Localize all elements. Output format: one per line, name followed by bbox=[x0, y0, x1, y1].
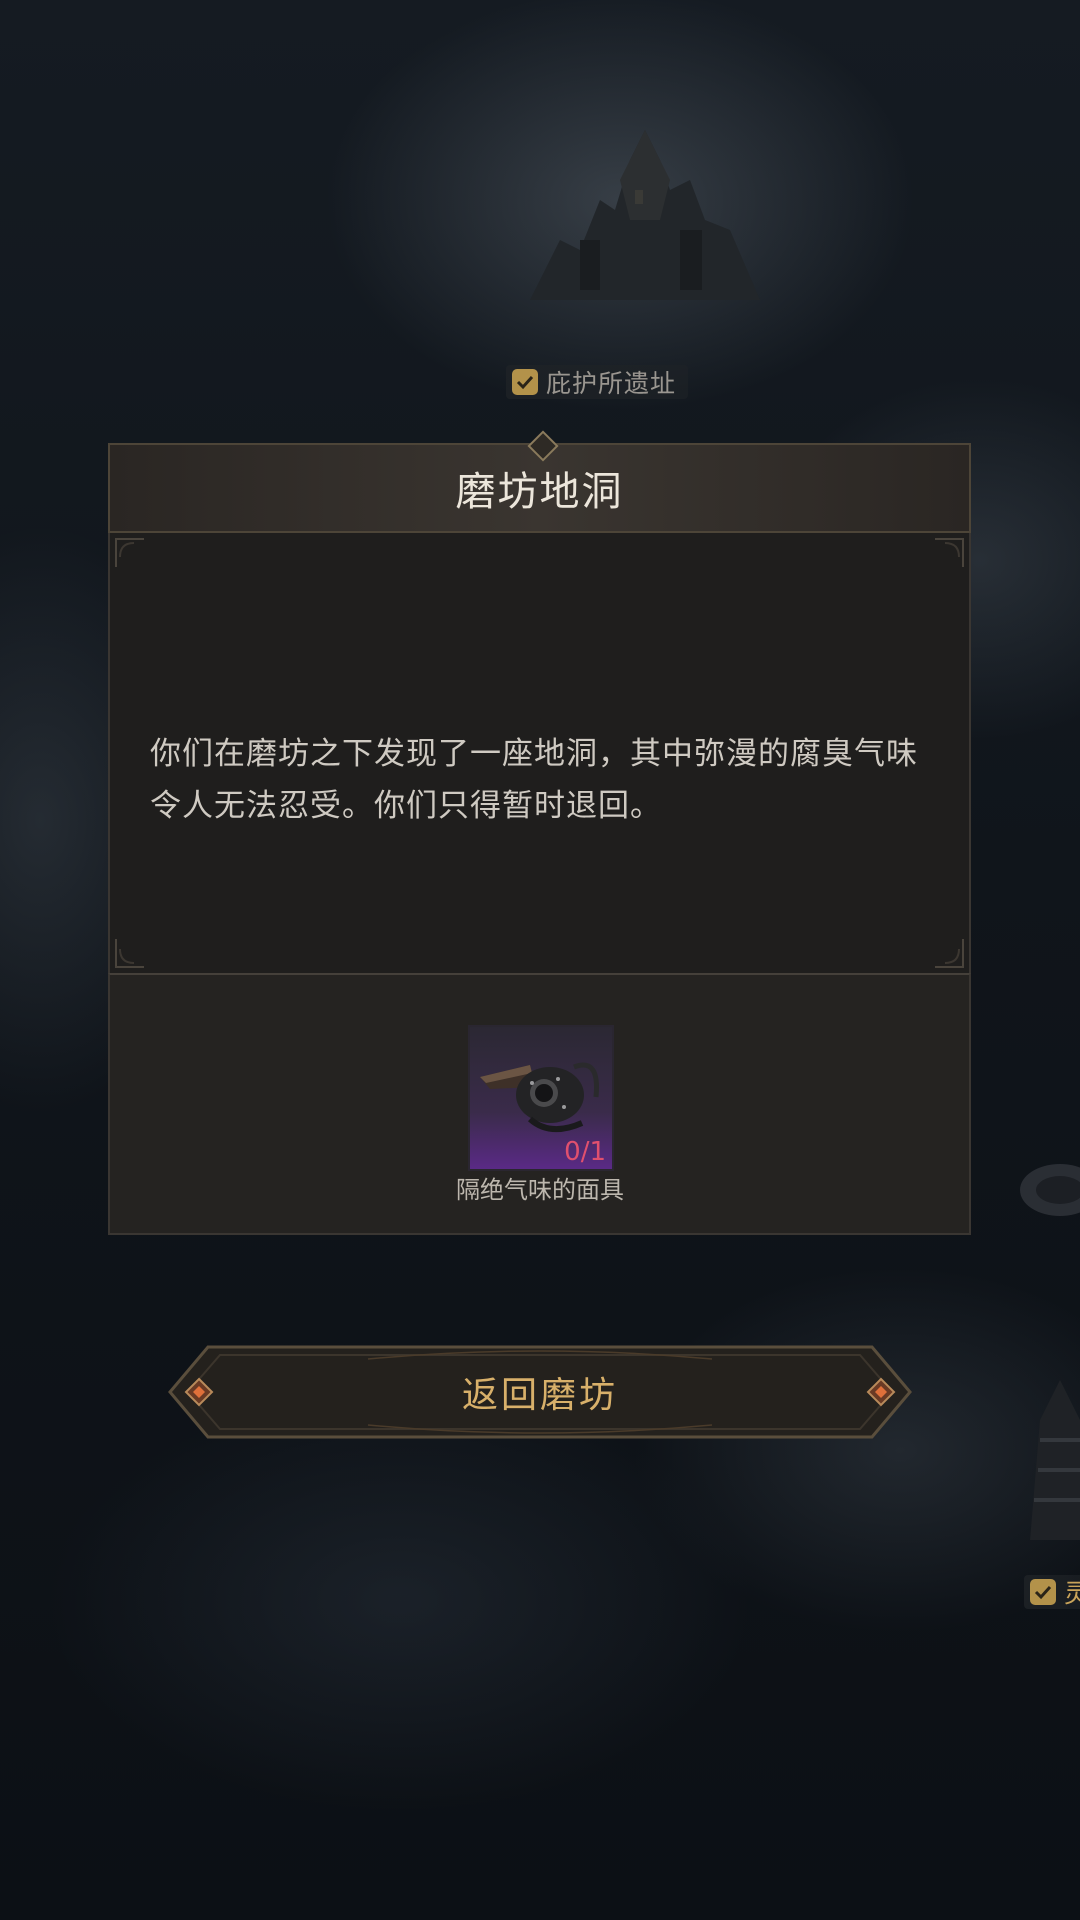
dialog-title: 磨坊地洞 bbox=[455, 469, 624, 515]
map-building-illustration bbox=[1020, 1164, 1080, 1216]
required-items-panel: 0/1 隔绝气味的面具 bbox=[108, 973, 971, 1235]
marker-label: 灵 bbox=[1064, 1579, 1080, 1608]
corner-ornament-icon bbox=[935, 939, 964, 968]
dialog-body-text: 你们在磨坊之下发现了一座地洞，其中弥漫的腐臭气味令人无法忍受。你们只得暂时退回。 bbox=[150, 736, 918, 824]
return-to-mill-button[interactable]: 返回磨坊 bbox=[168, 1345, 912, 1439]
event-dialog: 磨坊地洞 你们在磨坊之下发现了一座地洞，其中弥漫的腐臭气味令人无法忍受。你们只得… bbox=[108, 430, 971, 1291]
return-button-label: 返回磨坊 bbox=[461, 1375, 618, 1416]
map-marker-partial[interactable]: 灵 bbox=[1024, 1575, 1080, 1609]
map-marker-shelter-ruins[interactable]: 庇护所遗址 bbox=[506, 365, 689, 399]
check-icon bbox=[512, 369, 538, 395]
required-item-name: 隔绝气味的面具 bbox=[456, 1176, 624, 1204]
check-icon bbox=[1030, 1579, 1056, 1605]
corner-ornament-icon bbox=[115, 538, 144, 567]
map-tower-illustration bbox=[1030, 1380, 1080, 1540]
corner-ornament-icon bbox=[115, 939, 144, 968]
ruined-castle-illustration bbox=[530, 130, 760, 300]
dialog-body: 你们在磨坊之下发现了一座地洞，其中弥漫的腐臭气味令人无法忍受。你们只得暂时退回。 bbox=[108, 533, 971, 973]
required-item-slot[interactable]: 0/1 bbox=[468, 1025, 614, 1171]
dialog-header: 磨坊地洞 bbox=[108, 430, 971, 533]
corner-ornament-icon bbox=[935, 538, 964, 567]
item-count: 0/1 bbox=[564, 1137, 606, 1167]
marker-label: 庇护所遗址 bbox=[546, 369, 677, 398]
